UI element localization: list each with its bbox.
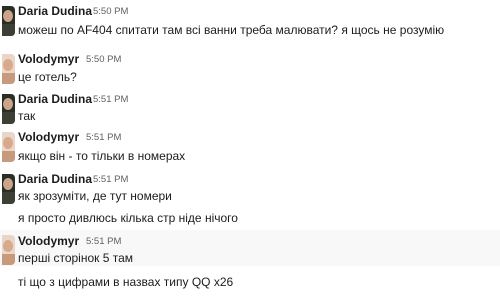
message-timestamp[interactable]: 5:51 PM	[93, 174, 128, 185]
message-feed: Daria Dudina 5:50 PM можеш по AF404 спит…	[0, 0, 500, 296]
message-timestamp[interactable]: 5:51 PM	[86, 132, 121, 143]
message[interactable]: Volodymyr 5:51 PM якщо він - то тільки в…	[0, 126, 500, 170]
volodymyr-avatar[interactable]	[2, 54, 15, 84]
message-continuation[interactable]: ті що з цифрами в назвах типу QQ x26	[0, 266, 500, 296]
daria-avatar[interactable]	[2, 94, 15, 124]
message-author[interactable]: Volodymyr	[18, 234, 79, 248]
message-text: я просто дивлюсь кілька стр ніде нічого	[18, 211, 238, 225]
message[interactable]: Daria Dudina 5:51 PM як зрозуміти, де ту…	[0, 168, 500, 228]
message-text: так	[18, 109, 36, 123]
message-author[interactable]: Daria Dudina	[18, 172, 92, 186]
message-author[interactable]: Volodymyr	[18, 52, 79, 66]
volodymyr-avatar[interactable]	[2, 132, 15, 162]
message-author[interactable]: Volodymyr	[18, 130, 79, 144]
message[interactable]: Volodymyr 5:50 PM це готель?	[0, 48, 500, 90]
message-timestamp[interactable]: 5:50 PM	[93, 6, 128, 17]
message[interactable]: Daria Dudina 5:51 PM так	[0, 88, 500, 128]
message-text: перші сторінок 5 там	[18, 251, 134, 265]
message[interactable]: Daria Dudina 5:50 PM можеш по AF404 спит…	[0, 0, 500, 50]
message-text: якщо він - то тільки в номерах	[18, 149, 186, 163]
message-text: це готель?	[18, 70, 77, 84]
message-author[interactable]: Daria Dudina	[18, 4, 92, 18]
message-text: ті що з цифрами в назвах типу QQ x26	[18, 275, 234, 289]
daria-avatar[interactable]	[2, 6, 15, 36]
daria-avatar[interactable]	[2, 174, 15, 204]
message-timestamp[interactable]: 5:51 PM	[93, 94, 128, 105]
volodymyr-avatar[interactable]	[2, 235, 15, 265]
message-text: як зрозуміти, де тут номери	[18, 189, 172, 203]
message-timestamp[interactable]: 5:51 PM	[86, 236, 121, 247]
message-author[interactable]: Daria Dudina	[18, 92, 92, 106]
message-text: можеш по AF404 спитати там всі ванни тре…	[18, 23, 445, 37]
message-timestamp[interactable]: 5:50 PM	[86, 54, 121, 65]
message[interactable]: Volodymyr 5:51 PM перші сторінок 5 там	[0, 230, 500, 266]
